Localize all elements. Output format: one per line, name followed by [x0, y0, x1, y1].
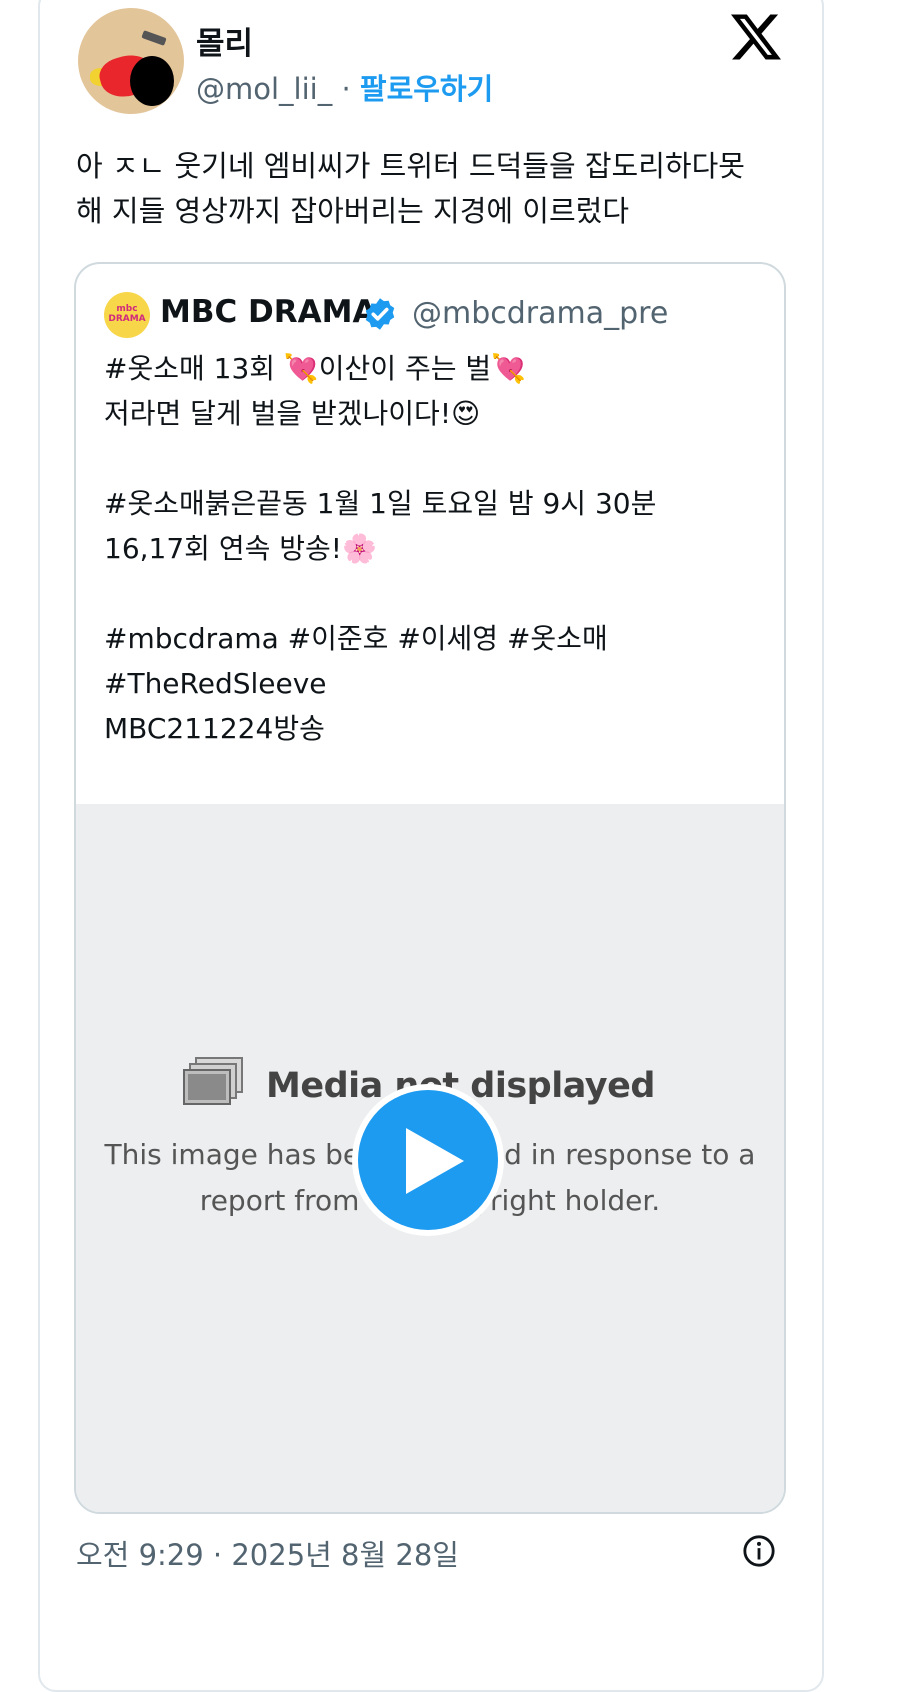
play-button[interactable] [352, 1084, 504, 1236]
quoted-text-line [104, 571, 764, 616]
quoted-text-line: #TheRedSleeve [104, 667, 327, 700]
quoted-author-name[interactable]: MBC DRAMA [160, 294, 376, 330]
media-placeholder[interactable]: Media not displayed This image has been … [76, 804, 784, 1512]
quoted-avatar-logo-text: mbc DRAMA [108, 304, 146, 324]
quoted-tweet-text: #옷소매 13회 💘이산이 주는 벌💘 저라면 달게 벌을 받겠나이다!😍 #옷… [104, 346, 764, 751]
author-name[interactable]: 몰리 [196, 18, 253, 63]
separator-dot: · [341, 72, 351, 106]
quoted-avatar[interactable]: mbc DRAMA [104, 292, 150, 338]
quoted-text-line: #옷소매 13회 💘이산이 주는 벌💘 [104, 352, 527, 385]
x-logo-icon[interactable] [730, 12, 782, 62]
author-handle[interactable]: @mol_lii_ [196, 72, 332, 106]
verified-badge-icon [365, 298, 395, 330]
quoted-text-line [104, 436, 764, 481]
quoted-tweet[interactable]: mbc DRAMA MBC DRAMA @mbcdrama_pre #옷소매 1… [74, 262, 786, 1514]
play-icon [406, 1128, 464, 1194]
tweet-text: 아 ㅈㄴ 웃기네 엠비씨가 트위터 드덕들을 잡도리하다못 해 지들 영상까지 … [76, 144, 796, 234]
author-avatar[interactable] [78, 8, 184, 114]
author-handle-row: @mol_lii_ · 팔로우하기 [196, 66, 493, 108]
follow-button[interactable]: 팔로우하기 [360, 72, 493, 106]
tweet-text-line: 아 ㅈㄴ 웃기네 엠비씨가 트위터 드덕들을 잡도리하다못 [76, 149, 745, 183]
quoted-text-line: 저라면 달게 벌을 받겠나이다!😍 [104, 397, 481, 430]
quoted-text-line: #옷소매붉은끝동 1월 1일 토요일 밤 9시 30분 [104, 487, 657, 520]
quoted-text-line: MBC211224방송 [104, 712, 325, 745]
quoted-text-line: 16,17회 연속 방송!🌸 [104, 532, 377, 565]
info-icon[interactable] [742, 1534, 776, 1568]
image-stack-icon [183, 1057, 243, 1105]
tweet-text-line: 해 지들 영상까지 잡아버리는 지경에 이르렀다 [76, 194, 630, 228]
tweet-timestamp[interactable]: 오전 9:29 · 2025년 8월 28일 [76, 1532, 459, 1574]
quoted-text-line: #mbcdrama #이준호 #이세영 #옷소매 [104, 622, 608, 655]
quoted-author-handle[interactable]: @mbcdrama_pre [412, 296, 668, 331]
